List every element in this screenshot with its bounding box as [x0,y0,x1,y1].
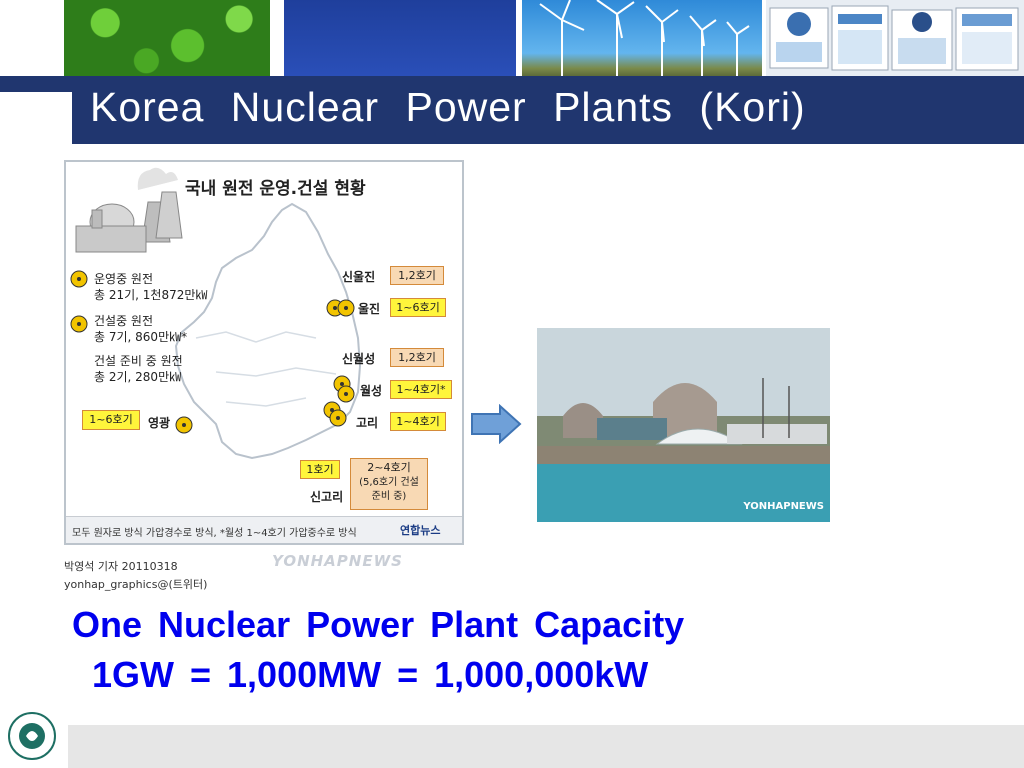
tag-gori: 1~4호기 [390,412,446,431]
site-label-shinuljin: 신울진 [342,270,376,284]
legend-operating: 운영중 원전 [94,272,154,286]
site-label-gori: 고리 [356,416,379,430]
title-band-accent [64,92,72,144]
yonhap-agency-badge: 연합뉴스 [400,524,441,537]
tag-uljin: 1~6호기 [390,298,446,317]
header-photo-leaves [64,0,270,76]
kori-plant-photo: YONHAPNEWS [537,328,830,522]
legend-operating-count: 총 21기, 1천872만㎾ [94,288,208,302]
capacity-heading: One Nuclear Power Plant Capacity [72,604,685,645]
tag-shinuljin: 1,2호기 [390,266,444,285]
reporter-credit: 박영석 기자 20110318 [64,560,178,573]
university-logo-icon [8,712,56,760]
site-label-wolseong: 월성 [360,384,383,398]
site-label-shinwolseong: 신월성 [342,352,376,366]
tag-shingori-note-2: 준비 중) [371,491,407,502]
tag-yeonggwang: 1~6호기 [82,410,140,430]
header-photo-wind-turbines [522,0,762,76]
tag-shingori-2: 2~4호기 (5,6호기 건설 준비 중) [350,458,428,510]
header-photo-blue [284,0,516,76]
site-label-shingori: 신고리 [310,490,344,504]
site-label-uljin: 울진 [358,302,381,316]
yonhap-watermark: YONHAPNEWS [272,552,403,570]
tag-wolseong: 1~4호기* [390,380,452,399]
software-screens-graphic [769,5,1019,71]
legend-construction-count: 총 7기, 860만㎾* [94,330,188,344]
infographic-heading: 국내 원전 운영.건설 현황 [185,179,366,199]
nuclear-plants-infographic: 국내 원전 운영.건설 현황 운영중 원전 총 21기, 1천872만㎾ 건설중… [64,160,464,545]
tag-shingori-note-1: (5,6호기 건설 [359,477,419,488]
tag-shinwolseong: 1,2호기 [390,348,444,367]
footer-bar [68,725,1024,768]
tag-shingori-2-label: 2~4호기 [367,461,411,474]
legend-planned: 건설 준비 중 원전 [94,354,183,368]
header-photo-software-screens [766,0,1024,76]
infographic-footer-note: 모두 원자로 방식 가압경수로 방식, *월성 1~4호기 가압중수로 방식 [72,528,357,539]
graphics-contact: yonhap_graphics@(트위터) [64,578,208,591]
wind-turbines-graphic [539,0,750,76]
legend-planned-count: 총 2기, 280만㎾ [94,370,182,384]
tag-shingori-1: 1호기 [300,460,340,479]
site-label-yeonggwang: 영광 [148,416,171,430]
right-arrow-icon [471,404,522,444]
kori-plant-graphic [537,328,830,522]
photo-watermark: YONHAPNEWS [743,501,824,512]
slide-title: Korea Nuclear Power Plants (Kori) [90,84,806,130]
capacity-conversion: 1GW = 1,000MW = 1,000,000kW [92,654,649,695]
legend-construction: 건설중 원전 [94,314,154,328]
power-plant-illustration [75,167,183,253]
